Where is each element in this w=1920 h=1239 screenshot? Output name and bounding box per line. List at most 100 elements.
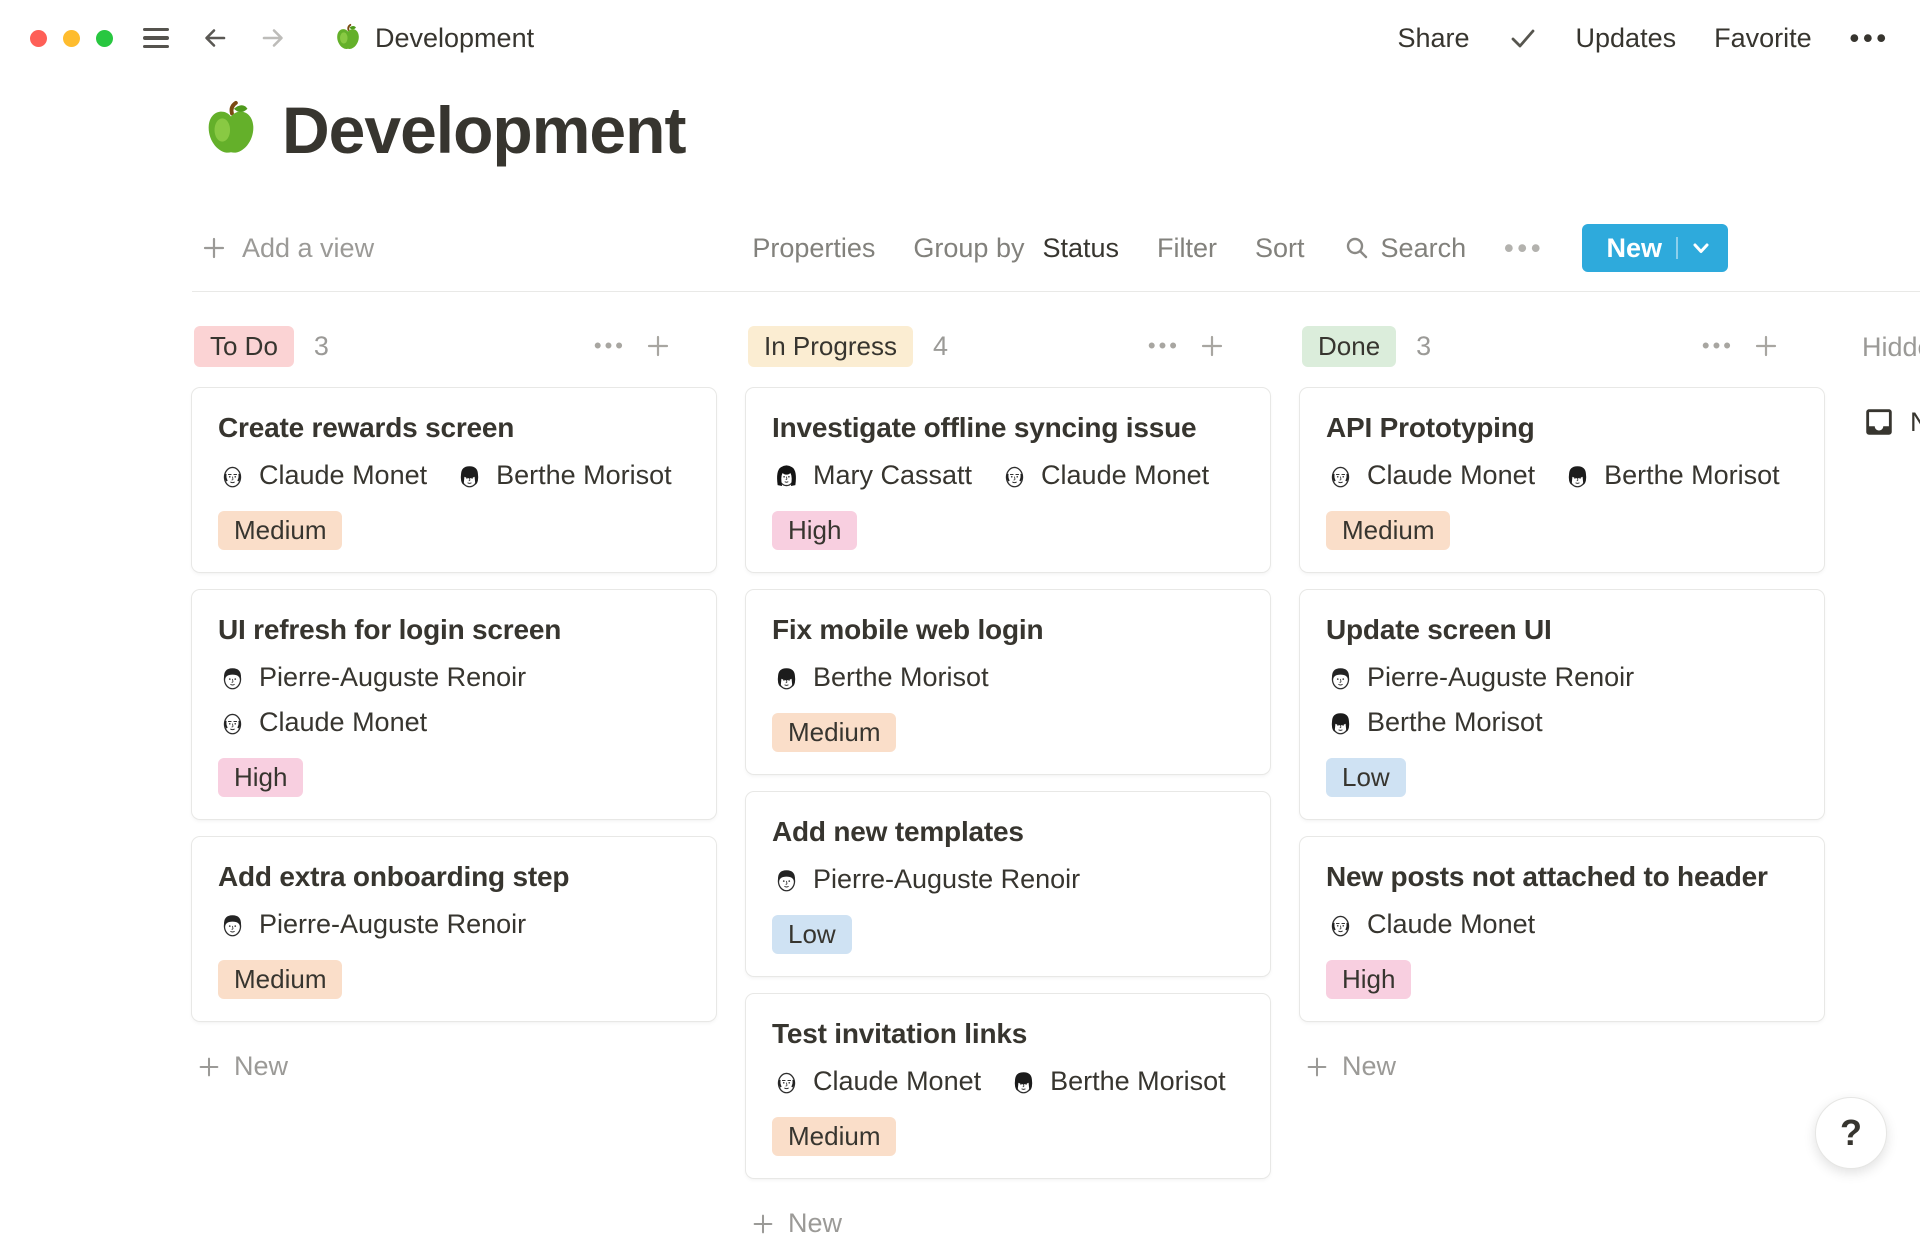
plus-icon bbox=[750, 1211, 776, 1237]
toolbar-more-icon[interactable]: ••• bbox=[1504, 233, 1544, 264]
search-button[interactable]: Search bbox=[1343, 233, 1467, 264]
filter-button[interactable]: Filter bbox=[1157, 233, 1217, 264]
assignee-name: Berthe Morisot bbox=[813, 662, 989, 693]
sort-button[interactable]: Sort bbox=[1255, 233, 1305, 264]
kanban-board: To Do 3 ••• Create rewards screen Claude… bbox=[192, 324, 1920, 1200]
kanban-card[interactable]: Update screen UI Pierre-Auguste Renoir Be… bbox=[1300, 590, 1824, 819]
updates-button[interactable]: Updates bbox=[1576, 23, 1677, 54]
card-title: Add new templates bbox=[772, 816, 1244, 848]
new-button[interactable]: New bbox=[1582, 224, 1728, 272]
card-title: Update screen UI bbox=[1326, 614, 1798, 646]
assignee-name: Pierre-Auguste Renoir bbox=[259, 909, 526, 940]
assignee: Pierre-Auguste Renoir bbox=[1326, 662, 1634, 693]
priority-tag: Medium bbox=[772, 1117, 896, 1156]
card-assignees: Claude MonetBerthe Morisot bbox=[1326, 460, 1798, 491]
assignee-name: Berthe Morisot bbox=[1367, 707, 1543, 738]
column-header: In Progress 4 ••• bbox=[746, 324, 1270, 368]
morisot-avatar bbox=[772, 663, 801, 692]
share-button[interactable]: Share bbox=[1397, 23, 1469, 54]
card-assignees: Claude MonetBerthe Morisot bbox=[772, 1066, 1244, 1097]
group-by-button[interactable]: Group byStatus bbox=[913, 233, 1119, 264]
assignee-name: Pierre-Auguste Renoir bbox=[813, 864, 1080, 895]
kanban-card[interactable]: Fix mobile web login Berthe Morisot Medi… bbox=[746, 590, 1270, 774]
column-add-icon[interactable] bbox=[1752, 332, 1780, 360]
kanban-card[interactable]: Create rewards screen Claude MonetBerthe… bbox=[192, 388, 716, 572]
card-title: Fix mobile web login bbox=[772, 614, 1244, 646]
column-header: Done 3 ••• bbox=[1300, 324, 1824, 368]
card-title: Test invitation links bbox=[772, 1018, 1244, 1050]
column-status-pill[interactable]: Done bbox=[1302, 326, 1396, 367]
column-add-icon[interactable] bbox=[1198, 332, 1226, 360]
plus-icon bbox=[1304, 1054, 1330, 1080]
add-view-button[interactable]: Add a view bbox=[200, 233, 374, 264]
priority-tag: High bbox=[1326, 960, 1411, 999]
column-count: 3 bbox=[1416, 331, 1431, 362]
priority-tag: Medium bbox=[772, 713, 896, 752]
add-card-button[interactable]: New bbox=[192, 1051, 716, 1082]
plus-icon bbox=[196, 1054, 222, 1080]
renoir-avatar bbox=[1326, 663, 1355, 692]
kanban-card[interactable]: Test invitation links Claude MonetBerthe… bbox=[746, 994, 1270, 1178]
kanban-card[interactable]: UI refresh for login screen Pierre-Augus… bbox=[192, 590, 716, 819]
assignee: Claude Monet bbox=[218, 707, 427, 738]
monet-avatar bbox=[1000, 461, 1029, 490]
column-more-icon[interactable]: ••• bbox=[594, 333, 626, 359]
card-assignees: Pierre-Auguste Renoir bbox=[218, 909, 690, 940]
window-titlebar: Development Share Updates Favorite ••• bbox=[0, 0, 1920, 76]
kanban-card[interactable]: Add new templates Pierre-Auguste Renoir … bbox=[746, 792, 1270, 976]
help-button[interactable]: ? bbox=[1815, 1097, 1887, 1169]
morisot-avatar bbox=[455, 461, 484, 490]
hidden-columns-label: Hidden bbox=[1854, 332, 1920, 363]
checkmark-icon[interactable] bbox=[1508, 23, 1538, 53]
favorite-button[interactable]: Favorite bbox=[1714, 23, 1812, 54]
monet-avatar bbox=[772, 1067, 801, 1096]
assignee-name: Claude Monet bbox=[1367, 909, 1535, 940]
column-more-icon[interactable]: ••• bbox=[1148, 333, 1180, 359]
card-assignees: Mary CassattClaude Monet bbox=[772, 460, 1244, 491]
card-title: New posts not attached to header bbox=[1326, 861, 1798, 893]
kanban-card[interactable]: API Prototyping Claude MonetBerthe Moris… bbox=[1300, 388, 1824, 572]
page-icon[interactable] bbox=[200, 99, 262, 161]
card-assignees: Pierre-Auguste Renoir bbox=[772, 864, 1244, 895]
cassatt-avatar bbox=[772, 461, 801, 490]
board-column: Done 3 ••• API Prototyping Claude MonetB… bbox=[1300, 324, 1824, 1239]
chevron-down-icon[interactable] bbox=[1676, 237, 1712, 259]
close-window-button[interactable] bbox=[30, 30, 47, 47]
inbox-icon bbox=[1862, 405, 1896, 439]
forward-icon[interactable] bbox=[257, 22, 289, 54]
breadcrumb[interactable]: Development bbox=[375, 23, 534, 54]
page-title: Development bbox=[282, 92, 685, 168]
monet-avatar bbox=[218, 708, 247, 737]
add-card-button[interactable]: New bbox=[746, 1208, 1270, 1239]
properties-button[interactable]: Properties bbox=[752, 233, 875, 264]
assignee-name: Pierre-Auguste Renoir bbox=[259, 662, 526, 693]
sidebar-menu-icon[interactable] bbox=[143, 28, 169, 48]
kanban-card[interactable]: Investigate offline syncing issue Mary C… bbox=[746, 388, 1270, 572]
column-count: 3 bbox=[314, 331, 329, 362]
search-icon bbox=[1343, 234, 1371, 262]
card-assignees: Claude Monet bbox=[1326, 909, 1798, 940]
board-columns: To Do 3 ••• Create rewards screen Claude… bbox=[192, 324, 1824, 1239]
column-status-pill[interactable]: To Do bbox=[194, 326, 294, 367]
add-card-button[interactable]: New bbox=[1300, 1051, 1824, 1082]
assignee-name: Berthe Morisot bbox=[496, 460, 672, 491]
assignee: Claude Monet bbox=[772, 1066, 981, 1097]
hidden-column-no-status[interactable]: No Status bbox=[1854, 405, 1920, 439]
column-status-pill[interactable]: In Progress bbox=[748, 326, 913, 367]
kanban-card[interactable]: Add extra onboarding step Pierre-Auguste… bbox=[192, 837, 716, 1021]
assignee-name: Claude Monet bbox=[1367, 460, 1535, 491]
morisot-avatar bbox=[1009, 1067, 1038, 1096]
card-assignees: Claude MonetBerthe Morisot bbox=[218, 460, 690, 491]
column-cards: API Prototyping Claude MonetBerthe Moris… bbox=[1300, 388, 1824, 1021]
column-add-icon[interactable] bbox=[644, 332, 672, 360]
assignee: Mary Cassatt bbox=[772, 460, 972, 491]
kanban-card[interactable]: New posts not attached to header Claude … bbox=[1300, 837, 1824, 1021]
priority-tag: Medium bbox=[218, 960, 342, 999]
column-more-icon[interactable]: ••• bbox=[1702, 333, 1734, 359]
more-options-icon[interactable]: ••• bbox=[1850, 23, 1890, 54]
assignee: Pierre-Auguste Renoir bbox=[218, 909, 526, 940]
zoom-window-button[interactable] bbox=[96, 30, 113, 47]
assignee: Pierre-Auguste Renoir bbox=[772, 864, 1080, 895]
minimize-window-button[interactable] bbox=[63, 30, 80, 47]
back-icon[interactable] bbox=[199, 22, 231, 54]
